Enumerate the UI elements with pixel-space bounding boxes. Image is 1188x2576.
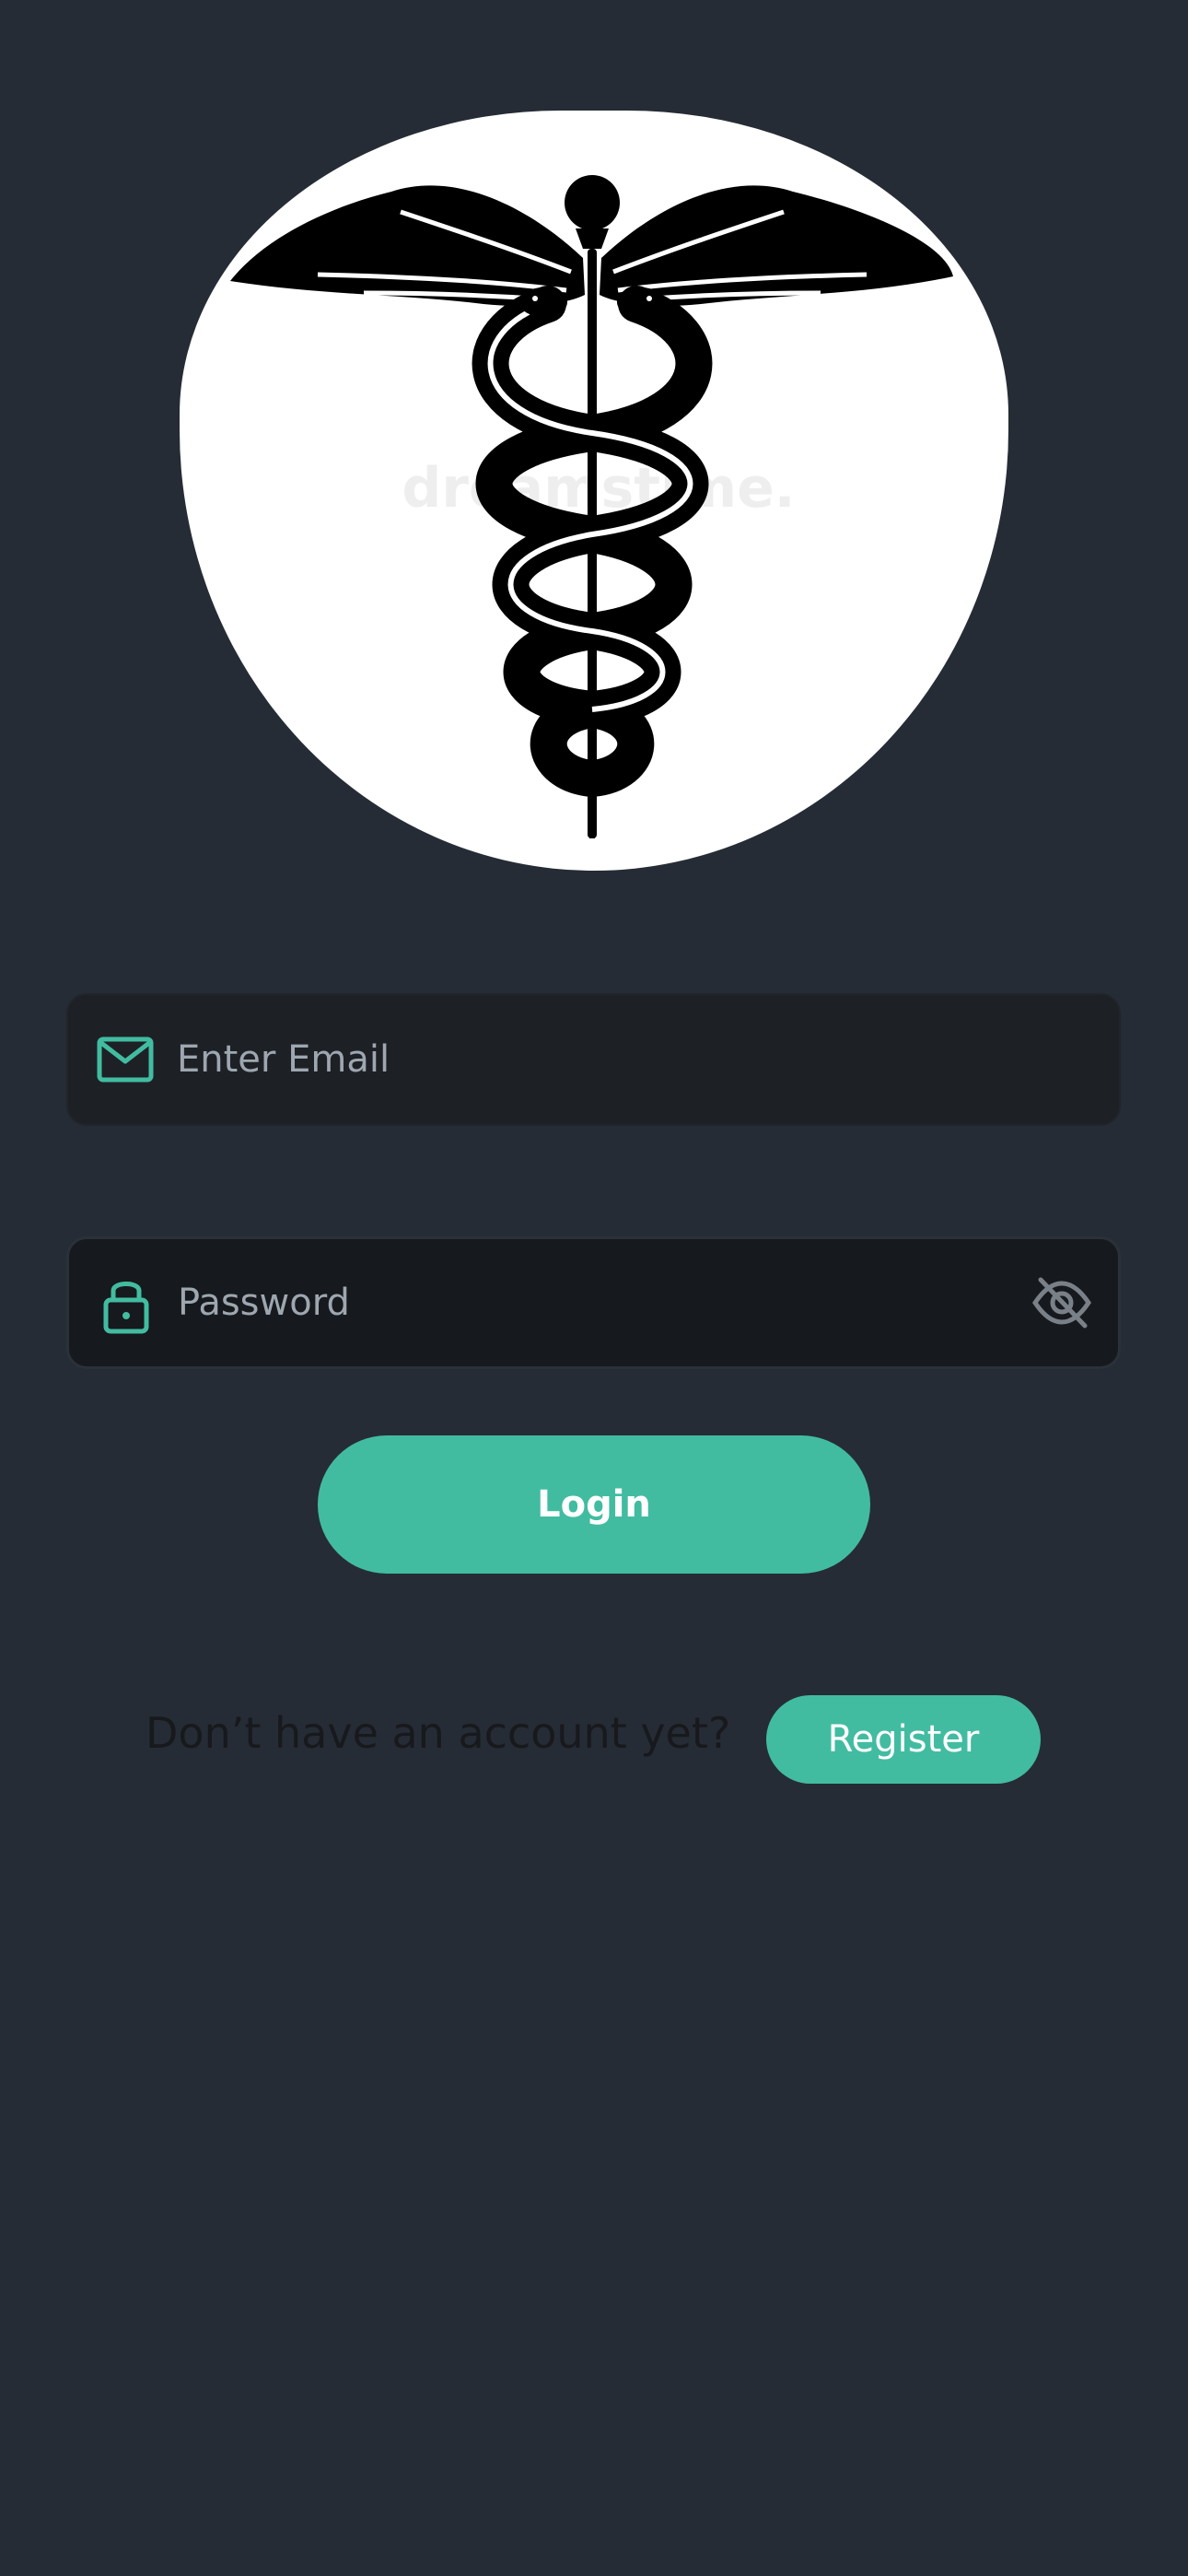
lock-icon [95,1272,157,1335]
password-field[interactable] [66,1236,1121,1369]
mail-icon [94,1028,157,1091]
app-logo: dreamstime. [180,111,1008,871]
email-field[interactable] [66,993,1121,1126]
register-row: Don’t have an account yet? Register [0,1695,1188,1784]
register-button[interactable]: Register [766,1695,1041,1784]
caduceus-icon: dreamstime. [230,175,953,838]
logo-watermark: dreamstime. [402,456,795,521]
login-button[interactable]: Login [318,1435,870,1574]
register-prompt: Don’t have an account yet? [146,1708,731,1758]
eye-off-icon[interactable] [1030,1270,1094,1335]
email-input[interactable] [177,995,987,1124]
password-input[interactable] [178,1239,988,1366]
